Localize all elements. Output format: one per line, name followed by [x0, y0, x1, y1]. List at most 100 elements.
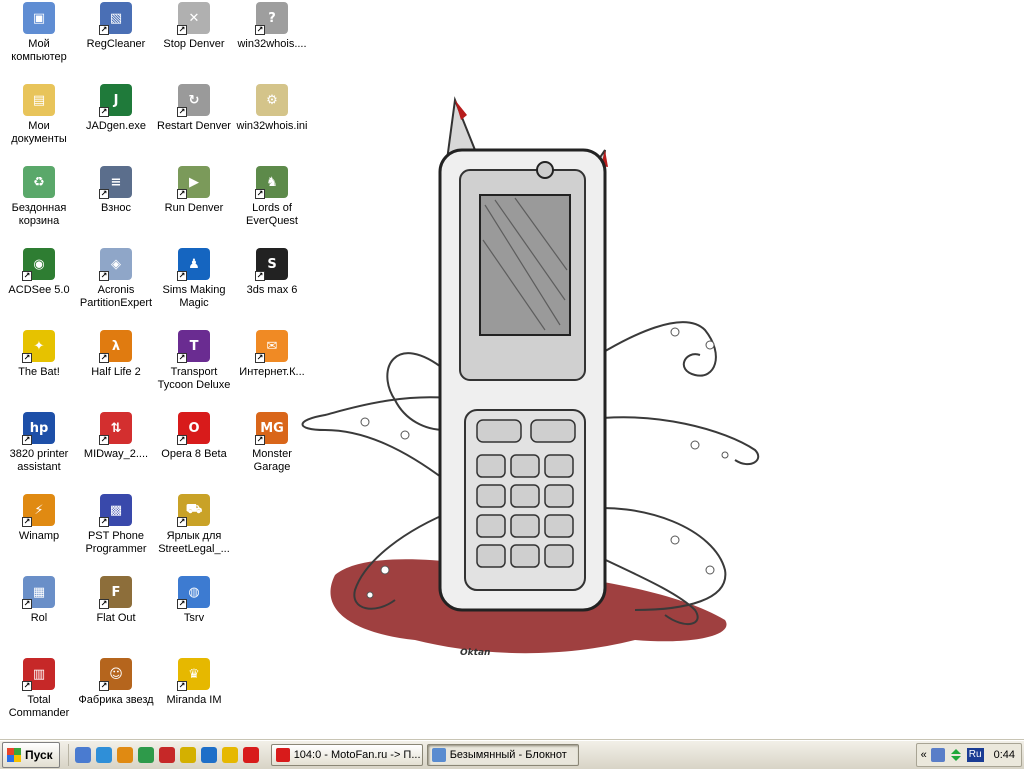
shortcut-arrow-icon: ↗ — [177, 599, 187, 609]
desktop-icon-label: Tsrv — [183, 612, 205, 624]
system-tray: « Ru 0:44 — [915, 743, 1022, 767]
desktop-icon-label: Acronis PartitionExpert — [79, 284, 153, 309]
media-player-icon[interactable] — [137, 747, 154, 763]
desktop-icon[interactable]: ▧ ↗ RegCleaner — [77, 0, 155, 78]
desktop-icon-label: win32whois.... — [237, 38, 307, 50]
desktop-icon-label: win32whois.ini — [236, 120, 308, 132]
desktop-icon-label: Total Commander — [8, 694, 70, 719]
taskbar-button-label: 104:0 - MotoFan.ru -> П... — [293, 749, 421, 761]
the-bat-icon: ✦ ↗ — [22, 330, 55, 363]
desktop-icon[interactable]: ☺ ↗ Фабрика звезд — [77, 656, 155, 734]
desktop-icon-label: JADgen.exe — [86, 120, 146, 132]
opera-icon: O ↗ — [177, 412, 210, 445]
sims-icon: ♟ ↗ — [177, 248, 210, 281]
desktop-icon[interactable]: ↻ ↗ Restart Denver — [155, 82, 233, 160]
network-status-icon[interactable] — [930, 748, 945, 762]
desktop-icon[interactable]: ▦ ↗ Rol — [0, 574, 78, 652]
star-factory-icon: ☺ ↗ — [99, 658, 132, 691]
desktop-icon[interactable]: O ↗ Opera 8 Beta — [155, 410, 233, 488]
shortcut-arrow-icon: ↗ — [22, 681, 32, 691]
half-life-icon: λ ↗ — [99, 330, 132, 363]
tsrv-icon: ◍ ↗ — [177, 576, 210, 609]
desktop-icon[interactable]: ▶ ↗ Run Denver — [155, 164, 233, 242]
desktop-icon[interactable]: hp ↗ 3820 printer assistant — [0, 410, 78, 488]
regcleaner-icon: ▧ ↗ — [99, 2, 132, 35]
shortcut-arrow-icon: ↗ — [99, 107, 109, 117]
taskbar-button[interactable]: Безымянный - Блокнот — [426, 744, 579, 766]
desktop-icon[interactable]: ? ↗ win32whois.... — [233, 0, 311, 78]
desktop-icon[interactable]: ⇅ ↗ MIDway_2.... — [77, 410, 155, 488]
desktop-icon[interactable]: ▤ Мои документы — [0, 82, 78, 160]
desktop-icon[interactable]: ♟ ↗ Sims Making Magic — [155, 246, 233, 324]
desktop-icon[interactable]: T ↗ Transport Tycoon Deluxe — [155, 328, 233, 406]
desktop-icon-label: Фабрика звезд — [78, 694, 154, 706]
desktop-icon[interactable]: ⛟ ↗ Ярлык для StreetLegal_... — [155, 492, 233, 570]
stop-denver-icon: ✕ ↗ — [177, 2, 210, 35]
desktop-icon-label: Half Life 2 — [91, 366, 141, 378]
desktop-icon[interactable]: F ↗ Flat Out — [77, 574, 155, 652]
my-documents-icon: ▤ — [23, 84, 55, 116]
shortcut-arrow-icon: ↗ — [99, 353, 109, 363]
desktop-icon[interactable]: ⚡ ↗ Winamp — [0, 492, 78, 570]
opera-quick-icon[interactable] — [242, 747, 259, 763]
desktop-icon-label: Интернет.К... — [239, 366, 305, 378]
shortcut-arrow-icon: ↗ — [99, 189, 109, 199]
desktop-icon[interactable]: ▣ Мой компьютер — [0, 0, 78, 78]
desktop-icon-label: The Bat! — [18, 366, 60, 378]
my-computer-icon: ▣ — [23, 2, 55, 34]
lords-everquest-icon: ♞ ↗ — [255, 166, 288, 199]
internet-explorer-icon[interactable] — [95, 747, 112, 763]
desktop-icon[interactable]: ✦ ↗ The Bat! — [0, 328, 78, 406]
desktop-icon[interactable]: S ↗ 3ds max 6 — [233, 246, 311, 324]
updown-arrows-icon[interactable] — [949, 748, 963, 762]
desktop-icon-label: Run Denver — [164, 202, 224, 214]
ini-file-icon: ⚙ — [256, 84, 288, 116]
desktop-icon-label: Бездонная корзина — [11, 202, 67, 227]
desktop-icon[interactable]: ▩ ↗ PST Phone Programmer — [77, 492, 155, 570]
desktop-icon[interactable]: ✉ ↗ Интернет.К... — [233, 328, 311, 406]
desktop-icon[interactable]: MG ↗ Monster Garage — [233, 410, 311, 488]
desktop-icon[interactable]: ♞ ↗ Lords of EverQuest — [233, 164, 311, 242]
recycle-bin-icon: ♻ — [23, 166, 55, 198]
desktop-icon[interactable]: ♻ Бездонная корзина — [0, 164, 78, 242]
restart-denver-icon: ↻ ↗ — [177, 84, 210, 117]
run-denver-icon: ▶ ↗ — [177, 166, 210, 199]
miranda-quick-icon[interactable] — [221, 747, 238, 763]
desktop-icon[interactable]: ≡ ↗ Взнос — [77, 164, 155, 242]
shortcut-arrow-icon: ↗ — [177, 25, 187, 35]
shortcut-arrow-icon: ↗ — [22, 599, 32, 609]
taskbar-button-label: Безымянный - Блокнот — [449, 749, 567, 761]
desktop-icon-label: ACDSee 5.0 — [8, 284, 70, 296]
wallpaper: Oktan — [301, 96, 760, 658]
show-desktop-icon[interactable] — [74, 747, 91, 763]
desktop-icon-label: MIDway_2.... — [83, 448, 149, 460]
desktop-icon[interactable]: ♛ ↗ Miranda IM — [155, 656, 233, 734]
clock[interactable]: 0:44 — [994, 749, 1015, 761]
desktop-icon[interactable]: J ↗ JADgen.exe — [77, 82, 155, 160]
wallpaper-signature: Oktan — [460, 648, 490, 658]
desktop-icon[interactable]: ✕ ↗ Stop Denver — [155, 0, 233, 78]
desktop-icon[interactable]: λ ↗ Half Life 2 — [77, 328, 155, 406]
desktop-icon-label: 3820 printer assistant — [9, 448, 69, 473]
desktop-icon[interactable]: ▥ ↗ Total Commander — [0, 656, 78, 734]
start-label: Пуск — [25, 748, 53, 762]
language-indicator[interactable]: Ru — [966, 748, 984, 762]
taskbar-button[interactable]: 104:0 - MotoFan.ru -> П... — [270, 744, 423, 766]
desktop-icon[interactable]: ◈ ↗ Acronis PartitionExpert — [77, 246, 155, 324]
the-bat-quick-icon[interactable] — [179, 747, 196, 763]
shortcut-arrow-icon: ↗ — [255, 271, 265, 281]
desktop[interactable]: Oktan ▣ Мой компьютер ▤ Мои документы ♻ Бездо… — [0, 0, 1024, 740]
winamp-quick-icon[interactable] — [116, 747, 133, 763]
start-button[interactable]: Пуск — [2, 742, 60, 768]
shortcut-arrow-icon: ↗ — [99, 517, 109, 527]
desktop-icon[interactable]: ⚙ win32whois.ini — [233, 82, 311, 160]
ie-quick-icon[interactable] — [200, 747, 217, 763]
desktop-icon[interactable]: ◍ ↗ Tsrv — [155, 574, 233, 652]
tray-expand-button[interactable]: « — [921, 749, 927, 761]
total-commander-quick-icon[interactable] — [158, 747, 175, 763]
shortcut-arrow-icon: ↗ — [177, 271, 187, 281]
desktop-icon-label: Ярлык для StreetLegal_... — [158, 530, 230, 555]
desktop-icon[interactable]: ◉ ↗ ACDSee 5.0 — [0, 246, 78, 324]
shortcut-arrow-icon: ↗ — [22, 517, 32, 527]
desktop-icon-label: 3ds max 6 — [246, 284, 298, 296]
